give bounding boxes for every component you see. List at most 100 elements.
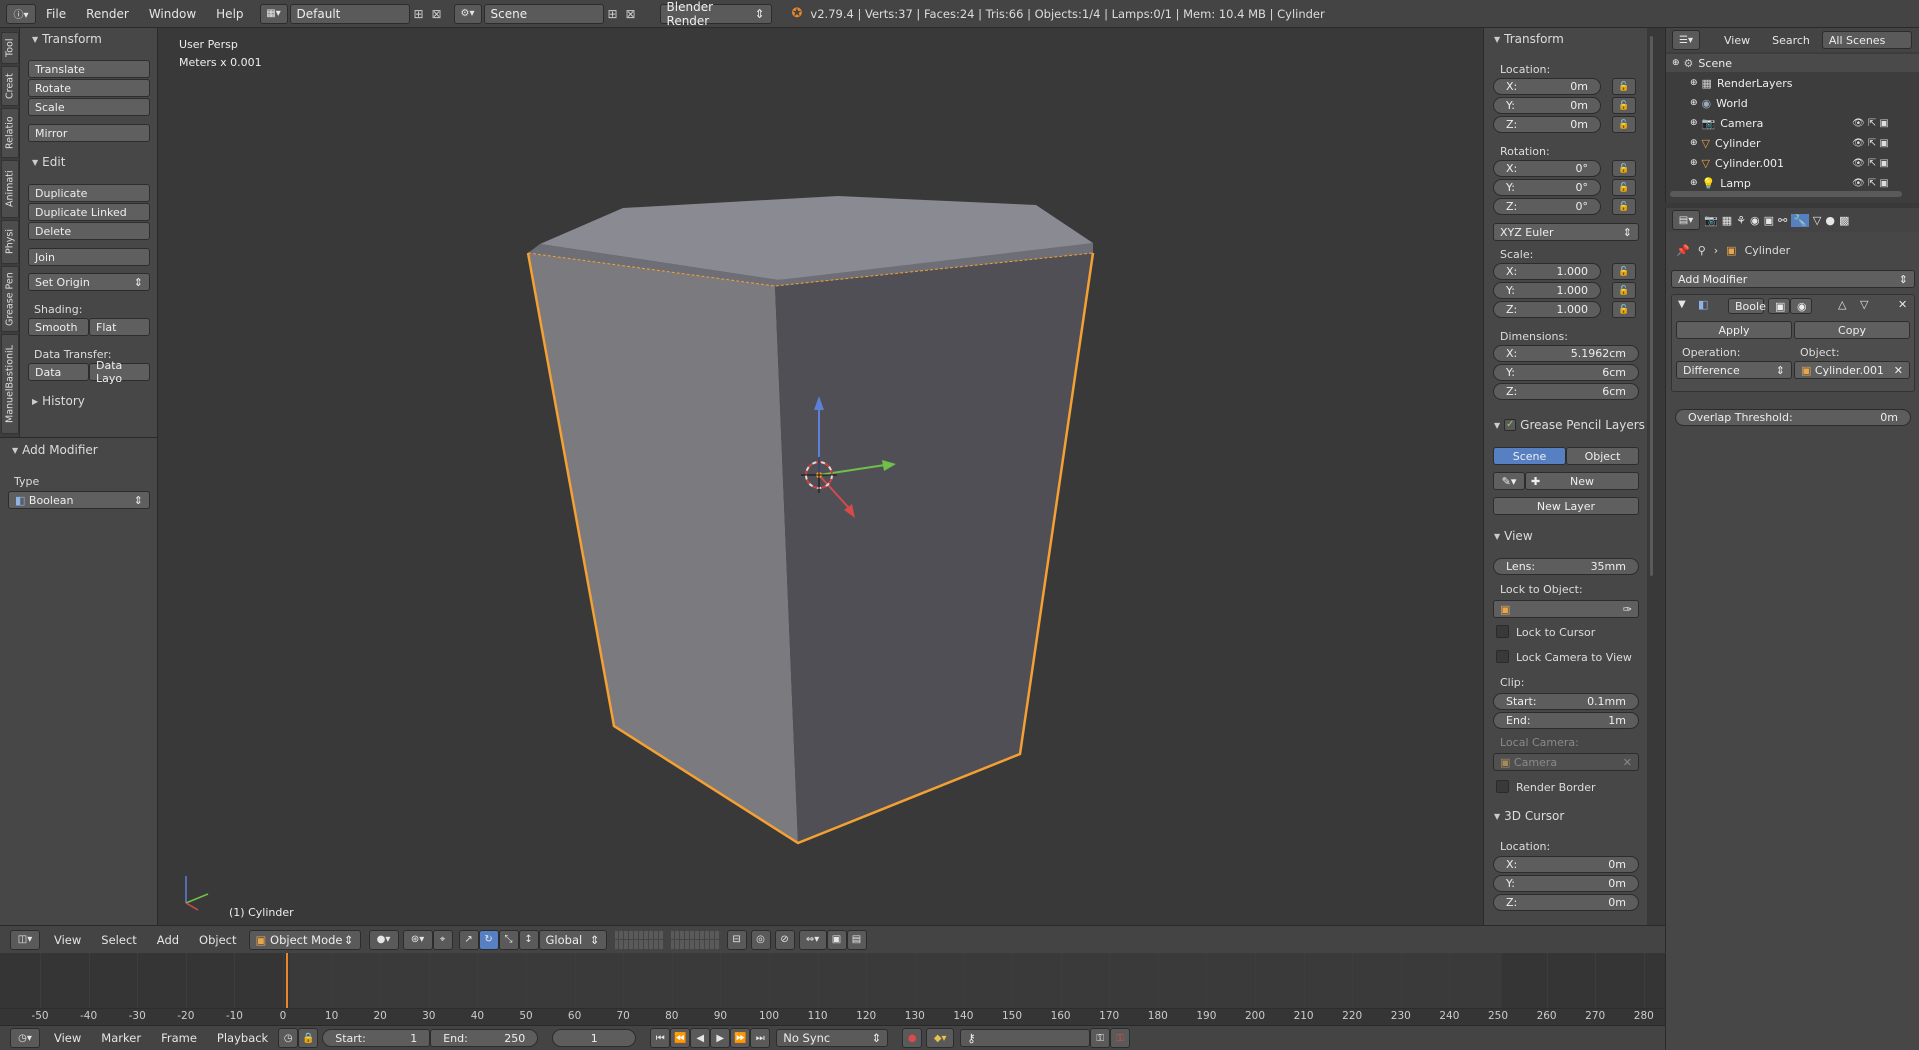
3d-cursor-header[interactable]: ▼ 3D Cursor xyxy=(1494,809,1564,823)
gp-new-layer-button[interactable]: New Layer xyxy=(1493,497,1639,515)
npanel-scrollbar[interactable] xyxy=(1650,36,1653,936)
lock-icon[interactable]: 🔓 xyxy=(1612,78,1636,95)
editor-type-icon[interactable]: ⓘ▾ xyxy=(6,3,36,24)
rotation-mode-dropdown[interactable]: XYZ Euler ⇕ xyxy=(1493,223,1639,241)
rotate-button[interactable]: Rotate xyxy=(28,79,150,97)
layers-tab-icon[interactable]: ▦ xyxy=(1722,214,1732,227)
start-frame-field[interactable]: Start: 1 xyxy=(322,1029,431,1047)
object-tab-icon[interactable]: ▣ xyxy=(1764,214,1774,227)
tab-grease-pencil[interactable]: Grease Pen xyxy=(1,266,19,332)
outliner-row-camera[interactable]: ⊕ 📷 Camera 👁 ⇱ ▣ xyxy=(1666,114,1919,132)
translate-button[interactable]: Translate xyxy=(28,60,150,78)
visibility-icon[interactable]: 👁 ⇱ ▣ xyxy=(1852,118,1889,129)
transform-panel-header[interactable]: ▼ Transform xyxy=(32,32,102,46)
layout-field[interactable]: Default xyxy=(289,3,410,24)
menu-render[interactable]: Render xyxy=(76,7,139,21)
gp-pencil-icon[interactable]: ✎▾ xyxy=(1493,472,1525,490)
outliner-row-cylinder-001[interactable]: ⊕ ▽ Cylinder.001 👁 ⇱ ▣ xyxy=(1666,154,1919,172)
lock-icon[interactable]: 🔓 xyxy=(1612,282,1636,299)
tl-menu-playback[interactable]: Playback xyxy=(207,1031,278,1045)
collapse-icon[interactable]: ▼ xyxy=(1678,299,1686,310)
props-editor-icon[interactable]: ▤▾ xyxy=(1672,210,1700,230)
menu-file[interactable]: File xyxy=(36,7,76,21)
expand-icon[interactable]: ⊕ xyxy=(1690,158,1698,168)
expand-icon[interactable]: ⊕ xyxy=(1672,58,1680,68)
render-tab-icon[interactable]: 📷 xyxy=(1704,214,1718,227)
render-toggle-icon[interactable]: ▣ xyxy=(1768,298,1790,314)
pivot-icon[interactable]: ⊛▾ xyxy=(402,929,433,950)
lock-icon[interactable]: 🔓 xyxy=(1612,160,1636,177)
dimensions-z-field[interactable]: Z: 6cm xyxy=(1493,383,1639,400)
3d-viewport[interactable]: User Persp Meters x 0.001 (1) Cylinder xyxy=(158,28,1483,925)
modifier-name-field[interactable]: Boole xyxy=(1728,298,1766,314)
add-modifier-dropdown[interactable]: Add Modifier ⇕ xyxy=(1671,270,1915,288)
expand-icon[interactable]: ⊕ xyxy=(1690,138,1698,148)
set-origin-dropdown[interactable]: Set Origin ⇕ xyxy=(28,273,150,291)
smooth-button[interactable]: Smooth xyxy=(28,318,89,336)
remove-layout-icon[interactable]: ⊠ xyxy=(428,4,446,24)
data-button[interactable]: Data xyxy=(28,363,89,381)
dimensions-y-field[interactable]: Y: 6cm xyxy=(1493,364,1639,381)
render-border-checkbox[interactable] xyxy=(1496,780,1509,793)
view3d-menu-select[interactable]: Select xyxy=(91,933,146,947)
constraints-tab-icon[interactable]: ⚯ xyxy=(1778,214,1787,227)
scene-tab-icon[interactable]: ⚘ xyxy=(1736,214,1746,227)
duplicate-button[interactable]: Duplicate xyxy=(28,184,150,202)
outliner-hscroll[interactable] xyxy=(1670,191,1902,197)
copy-button[interactable]: Copy xyxy=(1794,321,1910,339)
outliner-row-cylinder[interactable]: ⊕ ▽ Cylinder 👁 ⇱ ▣ xyxy=(1666,134,1919,152)
scene-layers-1[interactable] xyxy=(614,930,663,949)
pin-icon[interactable]: 📌 xyxy=(1676,244,1690,257)
scene-icon[interactable]: ⚙▾ xyxy=(453,3,482,24)
apply-button[interactable]: Apply xyxy=(1676,321,1792,339)
cursor-x-field[interactable]: X: 0m xyxy=(1493,856,1639,873)
lock-icon[interactable]: 🔓 xyxy=(1612,198,1636,215)
scene-layers-2[interactable] xyxy=(670,930,719,949)
viewport-toggle-icon[interactable]: ◉ xyxy=(1790,298,1812,314)
rotation-x-field[interactable]: X: 0° xyxy=(1493,160,1601,177)
render-anim-icon[interactable]: ▤ xyxy=(846,929,867,950)
data-tab-icon[interactable]: ▽ xyxy=(1813,214,1821,227)
keying-set-field[interactable]: ⚷ xyxy=(960,1029,1091,1047)
shading-mode-icon[interactable]: ●▾ xyxy=(368,929,399,950)
outliner-scenes-select[interactable]: All Scenes xyxy=(1821,31,1912,49)
play-reverse-icon[interactable]: ◀ xyxy=(690,1028,711,1048)
manip-icon[interactable]: ↕ xyxy=(518,929,539,950)
expand-icon[interactable]: ⊕ xyxy=(1690,178,1698,188)
lens-field[interactable]: Lens: 35mm xyxy=(1493,558,1639,575)
remove-scene-icon[interactable]: ⊠ xyxy=(622,4,640,24)
add-modifier-op-header[interactable]: ▼ Add Modifier xyxy=(12,443,98,457)
scale-button[interactable]: Scale xyxy=(28,98,150,116)
location-x-field[interactable]: X: 0m xyxy=(1493,78,1601,95)
orientation-select[interactable]: Global ⇕ xyxy=(538,929,607,950)
proportional-edit-icon[interactable]: ◎ xyxy=(750,929,771,950)
tab-relations[interactable]: Relatio xyxy=(1,108,19,158)
data-layout-button[interactable]: Data Layo xyxy=(89,359,150,385)
rotation-y-field[interactable]: Y: 0° xyxy=(1493,179,1601,196)
tab-manuelbastioni[interactable]: ManuelBastioniL xyxy=(1,334,19,434)
join-button[interactable]: Join xyxy=(28,248,150,266)
view3d-menu-add[interactable]: Add xyxy=(147,933,189,947)
preview-range-icon[interactable]: ◷ xyxy=(278,1028,299,1048)
visibility-icon[interactable]: 👁 ⇱ ▣ xyxy=(1852,138,1889,149)
tl-menu-marker[interactable]: Marker xyxy=(91,1031,151,1045)
lock-layers-icon[interactable]: ⊟ xyxy=(726,929,747,950)
outliner-row-renderlayers[interactable]: ⊕ ▦ RenderLayers xyxy=(1666,74,1919,92)
play-icon[interactable]: ▶ xyxy=(710,1028,731,1048)
lock-camera-checkbox[interactable] xyxy=(1496,650,1509,663)
tab-create[interactable]: Creat xyxy=(1,66,19,106)
view-panel-header[interactable]: ▼ View xyxy=(1494,529,1533,543)
flat-button[interactable]: Flat xyxy=(89,318,150,336)
jump-start-icon[interactable]: ⏮ xyxy=(650,1028,671,1048)
snap-toggle-icon[interactable]: ⊘ xyxy=(774,929,795,950)
translate-manip-icon[interactable]: ↗ xyxy=(458,929,479,950)
grease-pencil-check-icon[interactable]: ✓ xyxy=(1504,419,1517,431)
outliner-view-menu[interactable]: View xyxy=(1724,34,1750,47)
gp-object-button[interactable]: Object xyxy=(1566,447,1639,465)
mode-select[interactable]: ▣ Object Mode ⇕ xyxy=(248,929,361,950)
remove-modifier-icon[interactable]: ✕ xyxy=(1898,298,1907,311)
outliner-row-scene[interactable]: ⊕ ⚙ Scene xyxy=(1666,54,1919,72)
tl-menu-view[interactable]: View xyxy=(44,1031,91,1045)
scale-y-field[interactable]: Y: 1.000 xyxy=(1493,282,1601,299)
duplicate-linked-button[interactable]: Duplicate Linked xyxy=(28,203,150,221)
